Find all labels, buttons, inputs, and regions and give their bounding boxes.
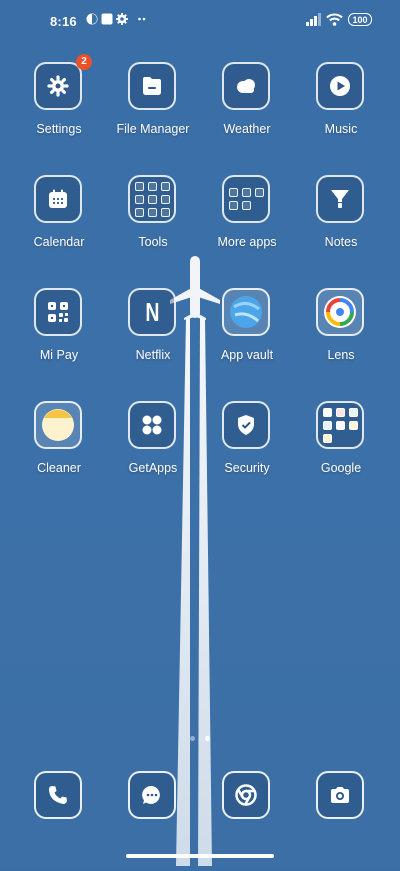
app-calendar[interactable]: Calendar bbox=[12, 175, 106, 275]
app-label: Settings bbox=[36, 122, 82, 136]
folder-google[interactable]: Google bbox=[294, 401, 388, 501]
app-label: More apps bbox=[217, 235, 277, 249]
gear-icon bbox=[47, 75, 69, 97]
app-lens[interactable]: Lens bbox=[294, 288, 388, 388]
app-settings[interactable]: 2 Settings bbox=[12, 54, 106, 162]
lens-icon bbox=[324, 296, 356, 328]
cleaner-tile[interactable] bbox=[34, 401, 82, 449]
google-folder-tile[interactable] bbox=[316, 401, 364, 449]
battery-indicator: 100 bbox=[348, 13, 372, 26]
app-security[interactable]: Security bbox=[200, 401, 294, 501]
camera-tile[interactable] bbox=[316, 771, 364, 819]
folder-icon bbox=[143, 77, 161, 95]
settings-gear-status-icon bbox=[116, 13, 128, 25]
app-notes[interactable]: Notes bbox=[294, 175, 388, 275]
app-label: App vault bbox=[220, 348, 274, 362]
app-label: Security bbox=[224, 461, 270, 475]
app-label: Calendar bbox=[33, 235, 85, 249]
lens-tile[interactable] bbox=[316, 288, 364, 336]
app-label: File Manager bbox=[116, 122, 190, 136]
status-time: 8:16 bbox=[50, 14, 77, 29]
wifi-icon bbox=[326, 13, 343, 26]
folder-more-apps[interactable]: More apps bbox=[200, 175, 294, 275]
app-file-manager[interactable]: File Manager bbox=[106, 62, 200, 162]
chrome-tile[interactable] bbox=[222, 771, 270, 819]
screen-record-icon bbox=[101, 13, 113, 25]
app-weather[interactable]: Weather bbox=[200, 62, 294, 162]
app-app-vault[interactable]: App vault bbox=[200, 288, 294, 388]
page-dot bbox=[189, 736, 195, 741]
app-label: Weather bbox=[223, 122, 271, 136]
netflix-logo-icon: N bbox=[144, 296, 160, 327]
app-label: Lens bbox=[327, 348, 355, 362]
gesture-home-bar[interactable] bbox=[126, 854, 274, 858]
phone-icon bbox=[49, 786, 67, 804]
camera-icon bbox=[331, 787, 349, 803]
qr-pay-icon bbox=[48, 302, 68, 322]
music-tile[interactable] bbox=[316, 62, 364, 110]
shield-icon bbox=[238, 415, 254, 435]
messages-icon bbox=[142, 785, 160, 804]
app-netflix[interactable]: N Netflix bbox=[106, 288, 200, 388]
app-label: Notes bbox=[324, 235, 358, 249]
mi-pay-tile[interactable] bbox=[34, 288, 82, 336]
notes-funnel-icon bbox=[331, 190, 349, 208]
app-label: Mi Pay bbox=[39, 348, 79, 362]
calendar-icon bbox=[49, 189, 67, 208]
page-dot-current bbox=[205, 736, 211, 741]
getapps-tile[interactable] bbox=[128, 401, 176, 449]
app-vault-icon bbox=[230, 296, 262, 328]
dock-camera[interactable] bbox=[294, 771, 388, 871]
app-label: Cleaner bbox=[37, 461, 81, 475]
netflix-tile[interactable]: N bbox=[128, 288, 176, 336]
more-notifications-icon bbox=[138, 17, 146, 21]
app-music[interactable]: Music bbox=[294, 62, 388, 162]
dock-phone[interactable] bbox=[12, 771, 106, 871]
app-mi-pay[interactable]: Mi Pay bbox=[12, 288, 106, 388]
app-getapps[interactable]: GetApps bbox=[106, 401, 200, 501]
signal-icon bbox=[306, 13, 321, 26]
play-icon bbox=[330, 76, 350, 96]
shade-app-icon bbox=[86, 13, 98, 25]
page-indicator bbox=[0, 728, 400, 746]
getapps-icon bbox=[142, 415, 162, 435]
app-vault-tile[interactable] bbox=[222, 288, 270, 336]
app-label: Netflix bbox=[135, 348, 171, 362]
notes-tile[interactable] bbox=[316, 175, 364, 223]
cloud-icon bbox=[237, 79, 255, 93]
cleaner-icon bbox=[42, 409, 74, 441]
chrome-icon bbox=[235, 784, 257, 806]
folder-preview-grid bbox=[228, 188, 264, 210]
settings-tile[interactable] bbox=[34, 62, 82, 110]
calendar-tile[interactable] bbox=[34, 175, 82, 223]
security-tile[interactable] bbox=[222, 401, 270, 449]
app-label: Music bbox=[324, 122, 358, 136]
phone-tile[interactable] bbox=[34, 771, 82, 819]
folder-preview-grid bbox=[134, 181, 170, 217]
app-label: GetApps bbox=[128, 461, 178, 475]
notification-badge: 2 bbox=[76, 54, 92, 70]
app-label: Google bbox=[320, 461, 362, 475]
file-manager-tile[interactable] bbox=[128, 62, 176, 110]
app-cleaner[interactable]: Cleaner bbox=[12, 401, 106, 501]
weather-tile[interactable] bbox=[222, 62, 270, 110]
tools-folder-tile[interactable] bbox=[128, 175, 176, 223]
folder-preview-grid bbox=[322, 407, 358, 443]
app-label: Tools bbox=[138, 235, 168, 249]
messages-tile[interactable] bbox=[128, 771, 176, 819]
more-apps-folder-tile[interactable] bbox=[222, 175, 270, 223]
status-bar: 8:16 100 bbox=[0, 0, 400, 44]
folder-tools[interactable]: Tools bbox=[106, 175, 200, 275]
